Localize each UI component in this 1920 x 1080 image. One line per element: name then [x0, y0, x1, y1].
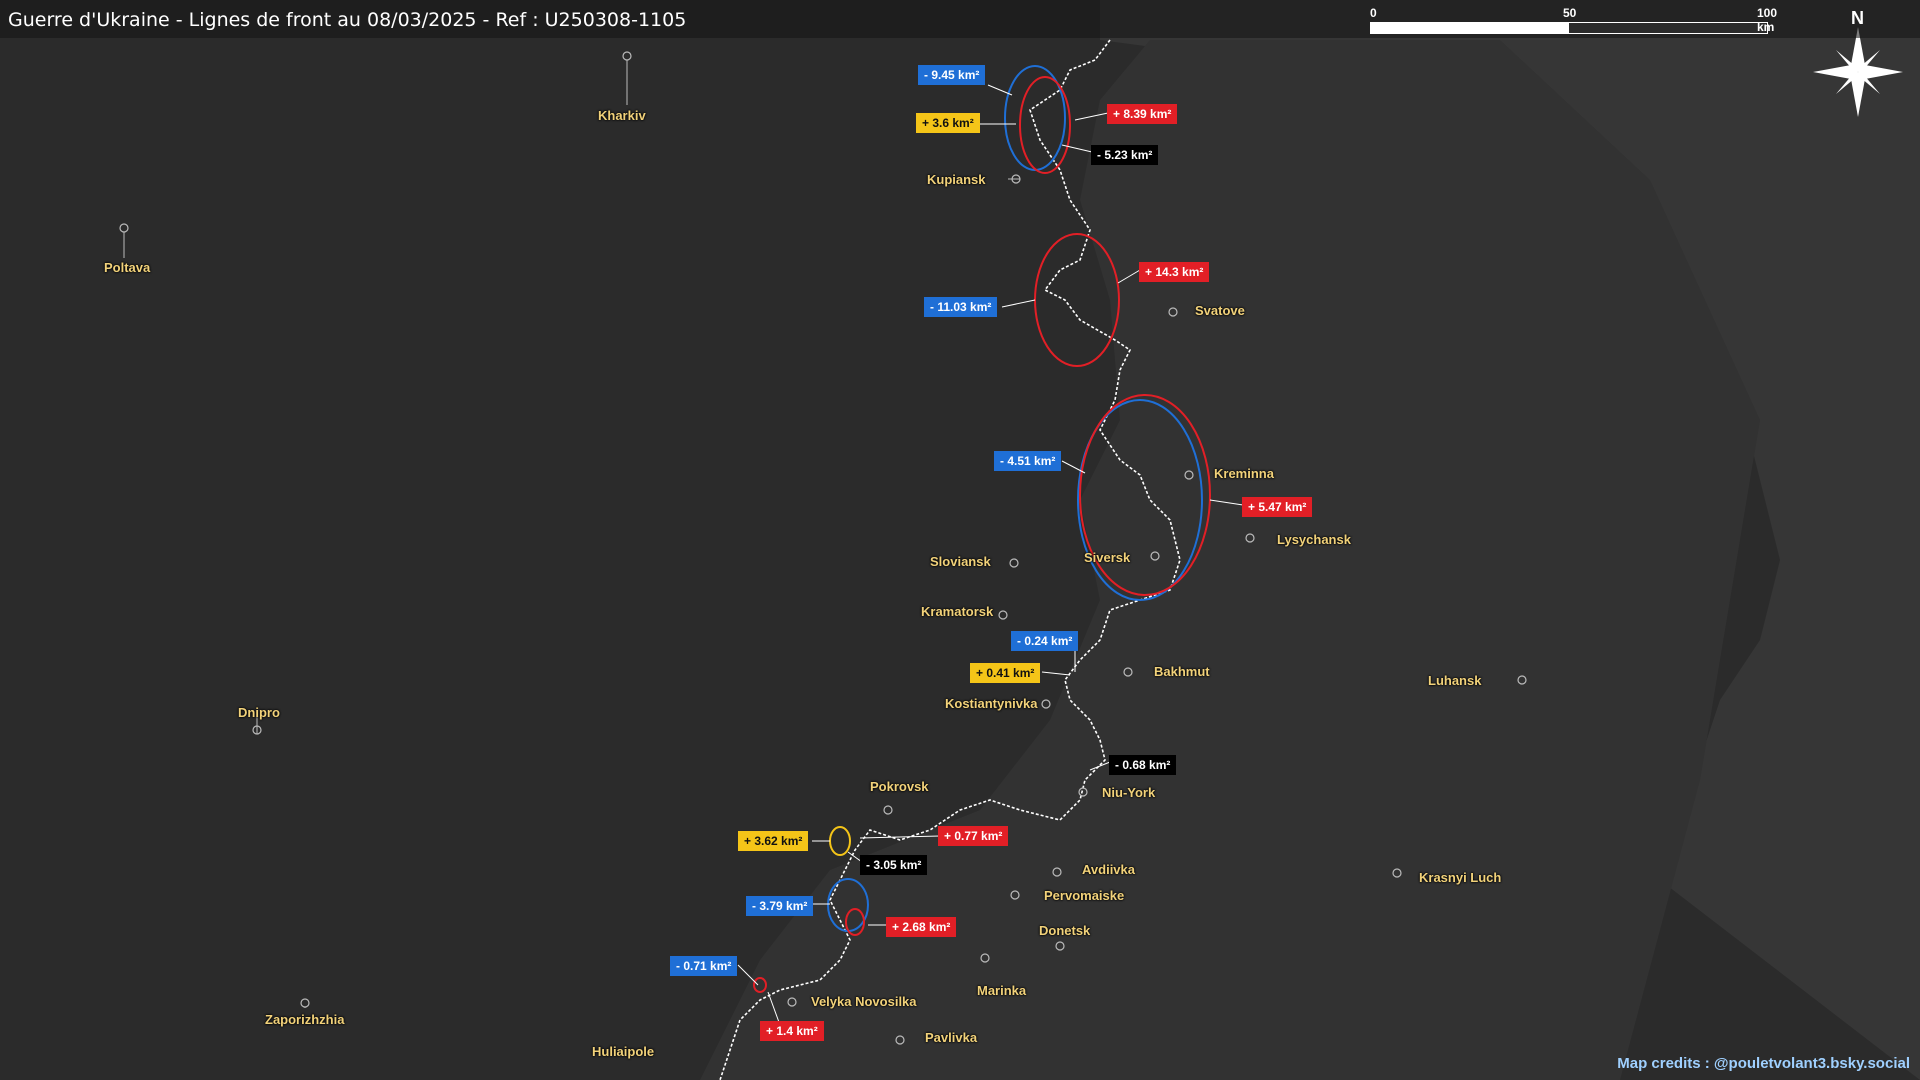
city-label: Niu-York [1102, 785, 1156, 800]
city-label: Poltava [104, 260, 151, 275]
city-label: Kramatorsk [921, 604, 994, 619]
city-label: Velyka Novosilka [811, 994, 917, 1009]
city-label: Kreminna [1214, 466, 1274, 481]
callout-gain: + 3.62 km² [738, 831, 809, 851]
city-label: Pokrovsk [870, 779, 929, 794]
callout-gain: + 0.77 km² [938, 826, 1009, 846]
scale-tick-50: 50 [1563, 6, 1577, 20]
city-label: Donetsk [1039, 923, 1091, 938]
scale-bar-fill [1370, 22, 1569, 34]
map-credits: Map credits : @pouletvolant3.bsky.social [1617, 1055, 1910, 1072]
city-label: Kupiansk [927, 172, 986, 187]
callout-gain: + 3.6 km² [916, 113, 980, 133]
city-label: Lysychansk [1277, 532, 1351, 547]
city-label: Kharkiv [598, 108, 646, 123]
callout-gain: + 8.39 km² [1107, 104, 1178, 124]
callout-gain: + 2.68 km² [886, 917, 957, 937]
city-label: Dnipro [238, 705, 280, 720]
callout-loss: - 0.71 km² [670, 956, 738, 976]
callout-loss: - 4.51 km² [994, 451, 1062, 471]
callout-loss: - 11.03 km² [924, 297, 998, 317]
callout-loss: - 9.45 km² [918, 65, 986, 85]
callout-gain: + 1.4 km² [760, 1021, 824, 1041]
callout-loss: - 3.79 km² [746, 896, 814, 916]
city-label: Zaporizhzhia [265, 1012, 345, 1027]
city-label: Bakhmut [1154, 664, 1210, 679]
scale-tick-100: 100 km [1757, 6, 1778, 34]
city-label: Sloviansk [930, 554, 991, 569]
city-label: Svatove [1195, 303, 1245, 318]
city-label: Pervomaiske [1044, 888, 1125, 903]
gain-zone-kupiansk [1019, 76, 1071, 174]
scale-bar: 0 50 100 km [1370, 6, 1777, 36]
gain-zone-pokrovsk [829, 826, 851, 856]
callout-loss: - 0.24 km² [1011, 631, 1079, 651]
scale-tick-0: 0 [1370, 6, 1377, 20]
city-label: Krasnyi Luch [1419, 870, 1502, 885]
gain-zone-svatove [1034, 233, 1120, 367]
callout-gain: + 5.47 km² [1242, 497, 1313, 517]
map-title: Guerre d'Ukraine - Lignes de front au 08… [8, 9, 687, 31]
map-canvas [119, 0, 1920, 1080]
city-label: Huliaipole [592, 1044, 655, 1059]
city-label: Pavlivka [925, 1030, 978, 1045]
city-label: Kostiantynivka [945, 696, 1038, 711]
city-label: Siversk [1084, 550, 1131, 565]
callout-gain: + 14.3 km² [1139, 262, 1210, 282]
callout-loss: - 5.23 km² [1091, 145, 1159, 165]
callout-loss: - 0.68 km² [1109, 755, 1177, 775]
city-label: Luhansk [1428, 673, 1482, 688]
callout-loss: - 3.05 km² [860, 855, 928, 875]
city-label: Marinka [977, 983, 1027, 998]
occupied-area-south [700, 40, 1760, 1080]
callout-gain: + 0.41 km² [970, 663, 1041, 683]
compass-north-label: N [1851, 8, 1864, 28]
city-label: Avdiivka [1082, 862, 1135, 877]
